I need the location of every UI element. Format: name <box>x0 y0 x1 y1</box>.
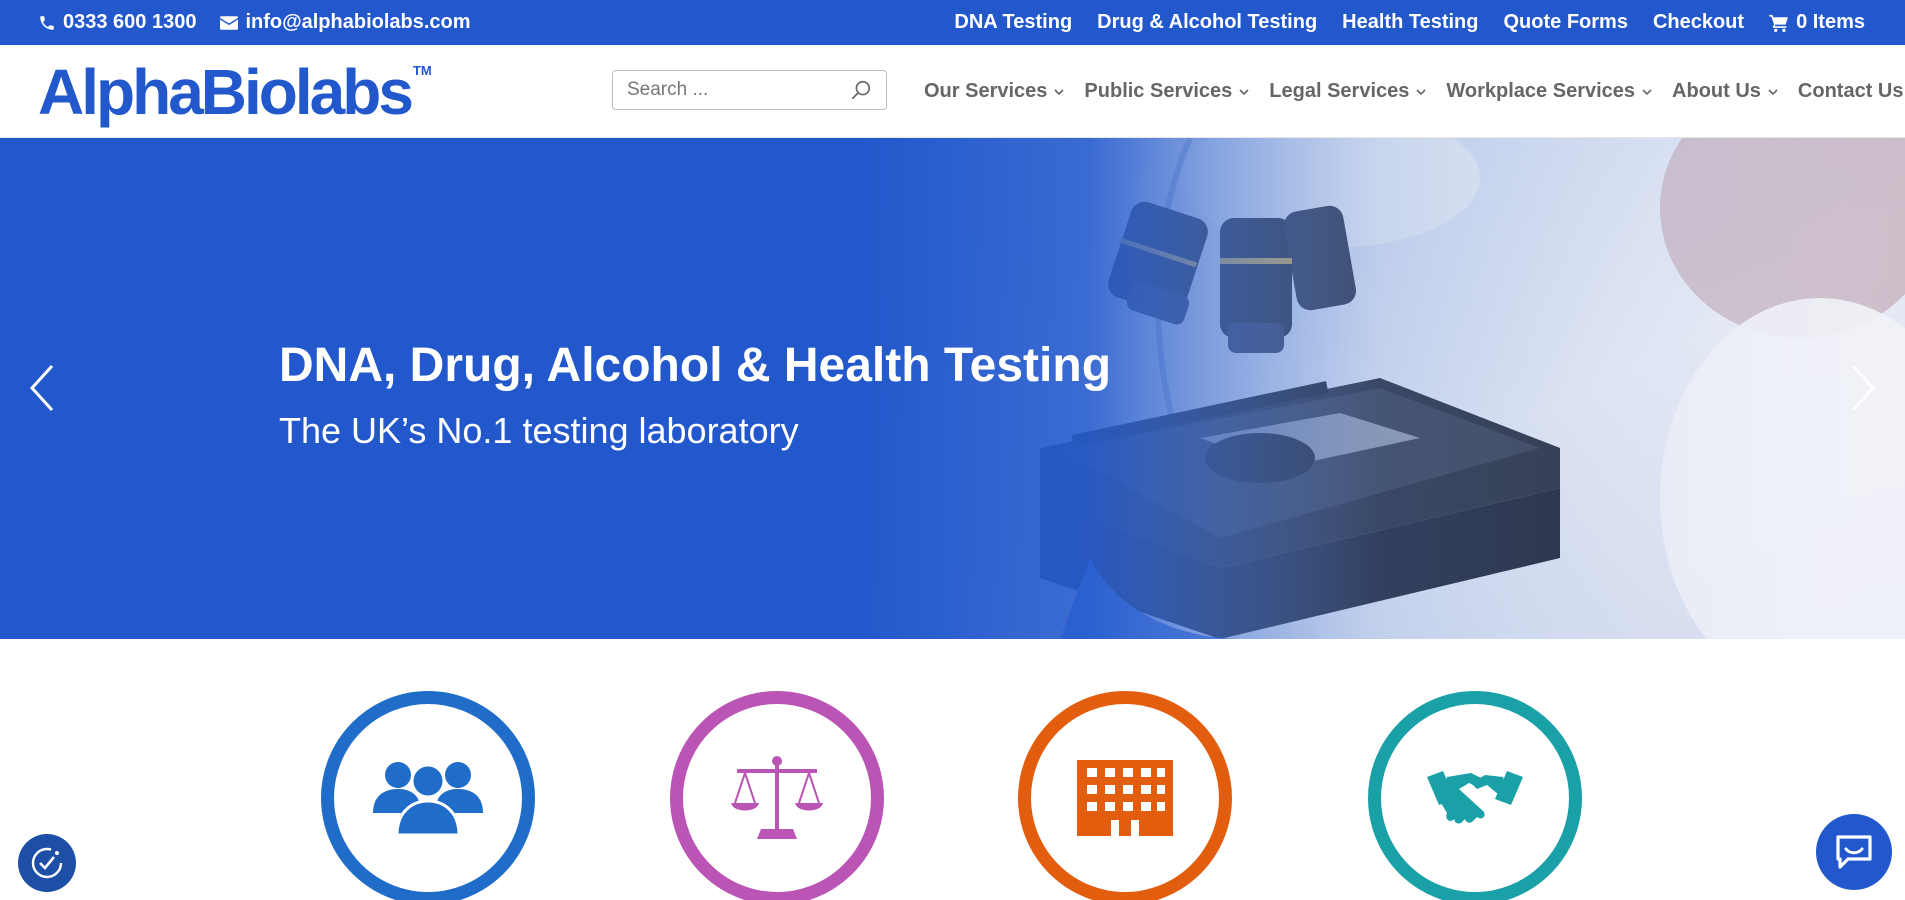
nav-about-us[interactable]: About Us <box>1672 80 1779 103</box>
nav-label: Contact Us <box>1797 80 1904 102</box>
people-icon <box>373 762 483 837</box>
envelope-icon <box>220 15 239 30</box>
phone-number: 0333 600 1300 <box>63 11 197 33</box>
phone-icon <box>40 15 54 30</box>
cookie-consent-icon <box>31 847 63 879</box>
toplink-checkout[interactable]: Checkout <box>1653 11 1744 34</box>
cart-link[interactable]: 0 Items <box>1769 11 1865 34</box>
toplink-drug-alcohol-testing[interactable]: Drug & Alcohol Testing <box>1097 11 1317 34</box>
service-circle-workplace[interactable] <box>1018 691 1232 900</box>
cart-count: 0 Items <box>1796 11 1865 33</box>
hero-subtitle: The UK’s No.1 testing laboratory <box>279 410 799 451</box>
phone-link[interactable]: 0333 600 1300 <box>38 11 196 34</box>
chevron-down-icon <box>1416 88 1426 95</box>
slider-next-arrow-icon[interactable] <box>1843 358 1883 418</box>
slider-prev-arrow-icon[interactable] <box>22 358 62 418</box>
service-categories <box>0 639 1905 900</box>
scales-icon <box>731 756 823 839</box>
chevron-down-icon <box>1642 88 1652 95</box>
search-box <box>612 70 887 110</box>
nav-public-services[interactable]: Public Services <box>1084 80 1250 103</box>
toplink-dna-testing[interactable]: DNA Testing <box>954 11 1072 34</box>
building-icon <box>1077 760 1173 836</box>
main-nav: Our Services Public Services Legal Servi… <box>924 45 1905 138</box>
search-icon[interactable] <box>850 79 872 101</box>
nav-label: About Us <box>1672 80 1761 102</box>
chat-button[interactable] <box>1816 814 1892 890</box>
toplink-health-testing[interactable]: Health Testing <box>1342 11 1478 34</box>
nav-label: Public Services <box>1084 80 1233 102</box>
nav-label: Workplace Services <box>1446 80 1636 102</box>
handshake-icon <box>1427 771 1523 824</box>
cookie-settings-button[interactable] <box>18 834 76 892</box>
search-input[interactable] <box>627 79 850 101</box>
chat-bubble-icon <box>1836 835 1872 869</box>
site-logo[interactable]: AlphaBiolabs TM <box>38 57 432 127</box>
chevron-down-icon <box>1054 88 1064 95</box>
service-circle-partners[interactable] <box>1368 691 1582 900</box>
nav-label: Our Services <box>924 80 1048 102</box>
service-circle-public[interactable] <box>321 691 535 900</box>
cart-icon <box>1769 14 1789 32</box>
hero-slider: DNA, Drug, Alcohol & Health Testing The … <box>0 138 1905 639</box>
top-bar: 0333 600 1300 info@alphabiolabs.com DNA … <box>0 0 1905 45</box>
service-circle-legal[interactable] <box>670 691 884 900</box>
nav-workplace-services[interactable]: Workplace Services <box>1446 80 1653 103</box>
nav-our-services[interactable]: Our Services <box>924 80 1065 103</box>
email-address: info@alphabiolabs.com <box>245 11 471 33</box>
logo-trademark: TM <box>412 63 432 78</box>
logo-text: AlphaBiolabs <box>38 56 414 128</box>
nav-legal-services[interactable]: Legal Services <box>1269 80 1427 103</box>
hero-title: DNA, Drug, Alcohol & Health Testing <box>279 339 1112 392</box>
nav-label: Legal Services <box>1269 80 1410 102</box>
chevron-down-icon <box>1239 88 1249 95</box>
main-header: AlphaBiolabs TM Our Services Public Serv… <box>0 45 1905 138</box>
nav-contact-us[interactable]: Contact Us <box>1798 80 1905 103</box>
chevron-down-icon <box>1768 88 1778 95</box>
toplink-quote-forms[interactable]: Quote Forms <box>1503 11 1627 34</box>
email-link[interactable]: info@alphabiolabs.com <box>220 11 471 34</box>
